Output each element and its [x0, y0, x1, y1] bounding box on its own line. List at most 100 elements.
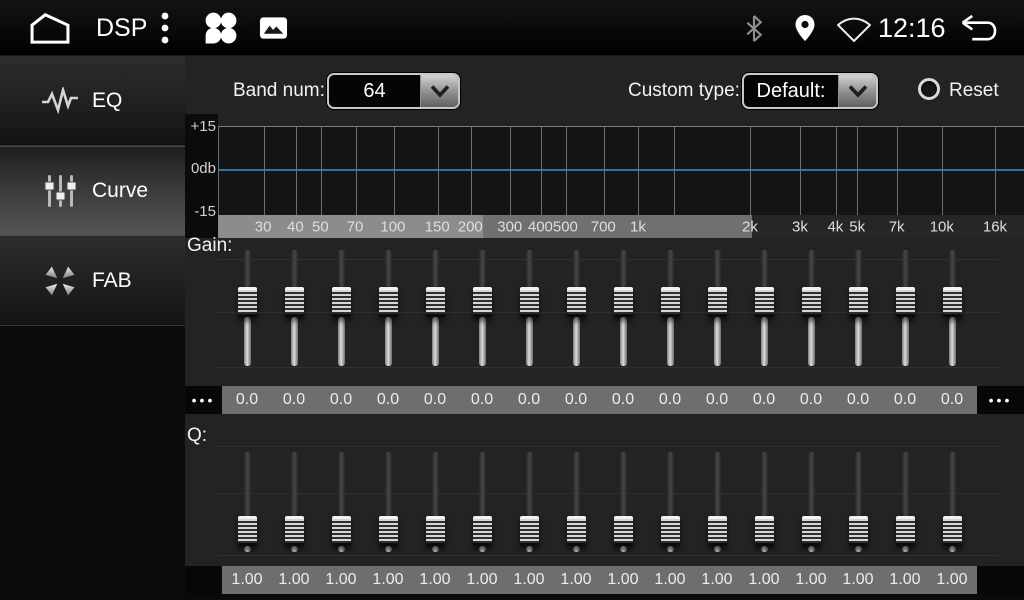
gain-slider[interactable]	[661, 250, 680, 366]
slider-thumb[interactable]	[661, 516, 680, 546]
slider-thumb[interactable]	[614, 287, 633, 317]
slider-track-lower	[620, 546, 627, 552]
scroll-right-button[interactable]: •••	[977, 386, 1024, 414]
slider-thumb[interactable]	[332, 516, 351, 546]
slider-thumb[interactable]	[520, 287, 539, 317]
slider-track-upper	[244, 250, 251, 287]
q-slider[interactable]	[708, 452, 727, 552]
slider-thumb[interactable]	[943, 516, 962, 546]
slider-track-upper	[949, 452, 956, 516]
slider-thumb[interactable]	[614, 516, 633, 546]
gain-slider[interactable]	[708, 250, 727, 366]
gain-slider[interactable]	[473, 250, 492, 366]
slider-track-upper	[667, 452, 674, 516]
q-slider[interactable]	[332, 452, 351, 552]
slider-thumb[interactable]	[473, 516, 492, 546]
slider-thumb[interactable]	[426, 287, 445, 317]
slider-thumb[interactable]	[755, 287, 774, 317]
slider-track-upper	[808, 250, 815, 287]
slider-thumb[interactable]	[426, 516, 445, 546]
apps-icon[interactable]	[202, 10, 240, 53]
slider-thumb[interactable]	[379, 516, 398, 546]
freq-gridline	[356, 127, 357, 215]
gain-slider[interactable]	[285, 250, 304, 366]
q-slider[interactable]	[943, 452, 962, 552]
overflow-menu-icon[interactable]	[160, 11, 170, 50]
gain-value: 0.0	[283, 386, 305, 414]
slider-thumb[interactable]	[849, 287, 868, 317]
freq-tick-label: 5k	[849, 218, 865, 235]
gain-value: 0.0	[753, 386, 775, 414]
slider-thumb[interactable]	[708, 287, 727, 317]
slider-track-lower	[855, 546, 862, 552]
slider-thumb[interactable]	[755, 516, 774, 546]
slider-track-upper	[573, 452, 580, 516]
gain-slider[interactable]	[614, 250, 633, 366]
back-icon[interactable]	[958, 13, 1004, 49]
q-value: 1.00	[795, 566, 826, 594]
q-slider[interactable]	[238, 452, 257, 552]
scroll-right-button[interactable]	[977, 566, 1024, 594]
gain-slider[interactable]	[943, 250, 962, 366]
gain-slider[interactable]	[426, 250, 445, 366]
slider-thumb[interactable]	[661, 287, 680, 317]
slider-thumb[interactable]	[285, 516, 304, 546]
dsp-app-screen: DSP 12:16	[0, 0, 1024, 600]
gain-slider[interactable]	[379, 250, 398, 366]
slider-track-upper	[902, 250, 909, 287]
gain-value: 0.0	[612, 386, 634, 414]
slider-thumb[interactable]	[473, 287, 492, 317]
q-slider[interactable]	[379, 452, 398, 552]
slider-thumb[interactable]	[238, 287, 257, 317]
slider-thumb[interactable]	[849, 516, 868, 546]
slider-thumb[interactable]	[896, 516, 915, 546]
q-slider[interactable]	[285, 452, 304, 552]
slider-thumb[interactable]	[802, 516, 821, 546]
gain-slider[interactable]	[520, 250, 539, 366]
q-slider[interactable]	[614, 452, 633, 552]
slider-thumb[interactable]	[708, 516, 727, 546]
slider-thumb[interactable]	[285, 287, 304, 317]
q-slider[interactable]	[426, 452, 445, 552]
band-num-dropdown[interactable]: 64	[327, 73, 460, 109]
slider-thumb[interactable]	[943, 287, 962, 317]
slider-thumb[interactable]	[896, 287, 915, 317]
sidebar-item-curve[interactable]: Curve	[0, 146, 185, 236]
slider-thumb[interactable]	[567, 516, 586, 546]
custom-type-dropdown[interactable]: Default:	[742, 73, 878, 109]
gain-value: 0.0	[706, 386, 728, 414]
slider-thumb[interactable]	[567, 287, 586, 317]
q-slider[interactable]	[567, 452, 586, 552]
slider-track-upper	[902, 452, 909, 516]
gain-slider[interactable]	[802, 250, 821, 366]
scroll-left-button[interactable]: •••	[185, 386, 222, 414]
gain-slider[interactable]	[755, 250, 774, 366]
sidebar-item-eq[interactable]: EQ	[0, 56, 185, 146]
q-slider[interactable]	[755, 452, 774, 552]
slider-thumb[interactable]	[238, 516, 257, 546]
gain-slider[interactable]	[849, 250, 868, 366]
gain-slider[interactable]	[567, 250, 586, 366]
slider-thumb[interactable]	[520, 516, 539, 546]
freq-gridline	[321, 127, 322, 215]
q-slider[interactable]	[802, 452, 821, 552]
q-slider[interactable]	[849, 452, 868, 552]
gain-slider[interactable]	[896, 250, 915, 366]
gain-value: 0.0	[659, 386, 681, 414]
slider-thumb[interactable]	[802, 287, 821, 317]
slider-thumb[interactable]	[332, 287, 351, 317]
q-slider[interactable]	[661, 452, 680, 552]
q-slider[interactable]	[473, 452, 492, 552]
reset-radio[interactable]	[918, 78, 940, 100]
sidebar-item-fab[interactable]: FAB	[0, 236, 185, 326]
q-slider[interactable]	[520, 452, 539, 552]
slider-thumb[interactable]	[379, 287, 398, 317]
gain-slider[interactable]	[332, 250, 351, 366]
gain-slider[interactable]	[238, 250, 257, 366]
gallery-icon[interactable]	[259, 16, 288, 45]
slider-track-upper	[479, 452, 486, 516]
eq-plot[interactable]	[218, 126, 1024, 215]
scroll-left-button[interactable]	[185, 566, 222, 594]
q-slider[interactable]	[896, 452, 915, 552]
home-icon[interactable]	[26, 11, 74, 50]
